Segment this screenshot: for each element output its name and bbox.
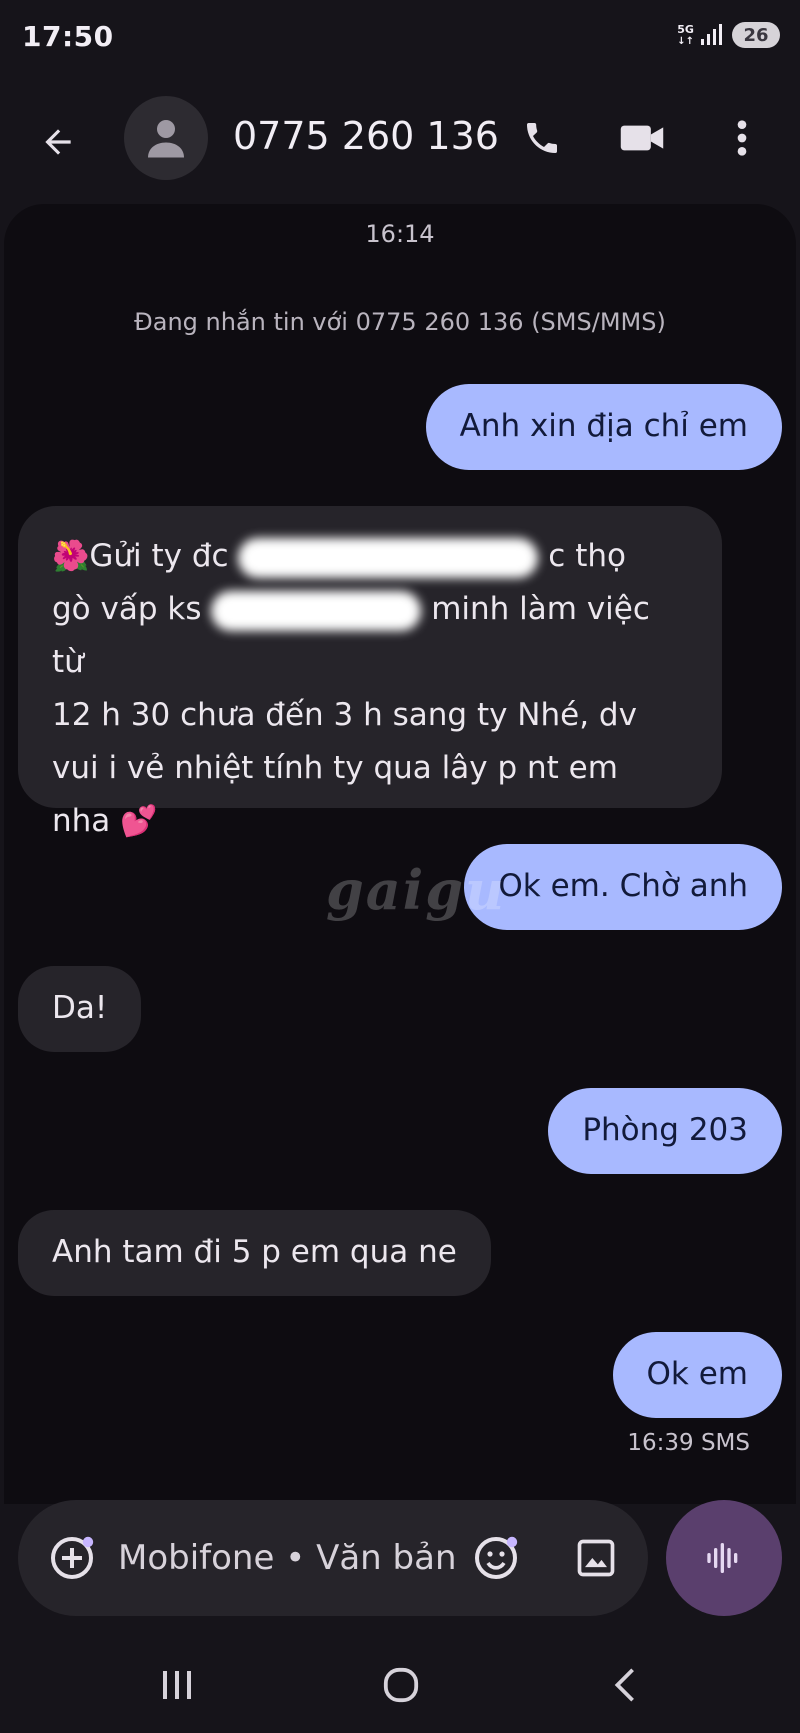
voice-message-button[interactable]	[666, 1500, 782, 1616]
message-text: Phòng 203	[582, 1112, 748, 1148]
system-nav-bar	[0, 1640, 800, 1733]
message-text: Anh xin địa chỉ em	[459, 408, 748, 444]
message-text: Ok em. Chờ anh	[498, 868, 748, 904]
status-bar: 17:50 5G ↓↑ 26	[0, 0, 800, 78]
more-options-button[interactable]	[712, 108, 772, 168]
add-circle-icon	[51, 1536, 94, 1579]
message-text: Ok em	[646, 1356, 748, 1392]
call-button[interactable]	[512, 108, 572, 168]
watermark: gaigu	[326, 858, 507, 922]
hibiscus-emoji: 🌺	[52, 539, 90, 574]
back-button[interactable]	[30, 114, 86, 170]
message-incoming[interactable]: Da!	[18, 966, 142, 1052]
message-line: 🌺Gửi ty đc c thọ	[52, 530, 688, 583]
home-icon	[383, 1667, 419, 1703]
compose-bar	[18, 1500, 648, 1616]
gallery-button[interactable]	[566, 1528, 626, 1588]
attach-button[interactable]	[42, 1528, 102, 1588]
conversation-start-time: 16:14	[365, 220, 435, 248]
redacted-scribble	[238, 537, 539, 578]
audio-waveform-icon	[707, 1543, 738, 1573]
emoji-button[interactable]	[466, 1528, 526, 1588]
emoji-smile-icon	[475, 1536, 518, 1579]
message-line: gò vấp ks minh làm việc từ	[52, 590, 650, 680]
message-incoming[interactable]: Anh tam đi 5 p em qua ne	[18, 1210, 491, 1296]
hearts-emoji: 💕	[120, 804, 158, 839]
message-timestamp: 16:39 SMS	[627, 1430, 750, 1456]
message-line: vui i vẻ nhiệt tính ty qua lây p nt em	[52, 750, 618, 786]
contact-avatar[interactable]	[124, 96, 208, 180]
conversation-info: Đang nhắn tin với 0775 260 136 (SMS/MMS)	[134, 308, 666, 336]
chevron-left-icon	[614, 1668, 634, 1702]
battery-icon: 26	[732, 22, 780, 48]
message-text: Da!	[52, 990, 108, 1026]
top-app-bar: 0775 260 136	[0, 84, 800, 194]
status-icons: 5G ↓↑ 26	[677, 22, 780, 48]
redacted-scribble	[211, 590, 422, 631]
status-time: 17:50	[22, 20, 114, 53]
contact-name[interactable]: 0775 260 136	[233, 114, 499, 158]
video-call-button[interactable]	[612, 108, 672, 168]
message-outgoing[interactable]: Anh xin địa chỉ em	[425, 384, 782, 470]
more-vertical-icon	[737, 120, 747, 156]
person-icon	[148, 120, 184, 158]
image-icon	[577, 1539, 615, 1577]
arrow-left-icon	[45, 129, 71, 155]
nav-back-button[interactable]	[590, 1660, 660, 1710]
recent-apps-icon	[163, 1671, 191, 1699]
message-incoming[interactable]: 🌺Gửi ty đc c thọ gò vấp ks minh làm việc…	[18, 506, 722, 839]
network-type-icon: 5G ↓↑	[677, 22, 694, 47]
phone-icon	[527, 123, 557, 153]
message-outgoing[interactable]: Phòng 203	[548, 1088, 782, 1174]
message-text: Anh tam đi 5 p em qua ne	[52, 1234, 457, 1270]
message-outgoing[interactable]: Ok em	[612, 1332, 782, 1418]
message-input[interactable]	[118, 1530, 468, 1586]
message-line: 12 h 30 chưa đến 3 h sang ty Nhé, dv	[52, 697, 637, 733]
video-camera-icon	[620, 125, 664, 151]
signal-icon	[701, 24, 722, 45]
recent-apps-button[interactable]	[142, 1660, 212, 1710]
message-line: nha 💕	[52, 803, 158, 839]
home-button[interactable]	[366, 1660, 436, 1710]
message-outgoing[interactable]: Ok em. Chờ anh	[464, 844, 782, 930]
